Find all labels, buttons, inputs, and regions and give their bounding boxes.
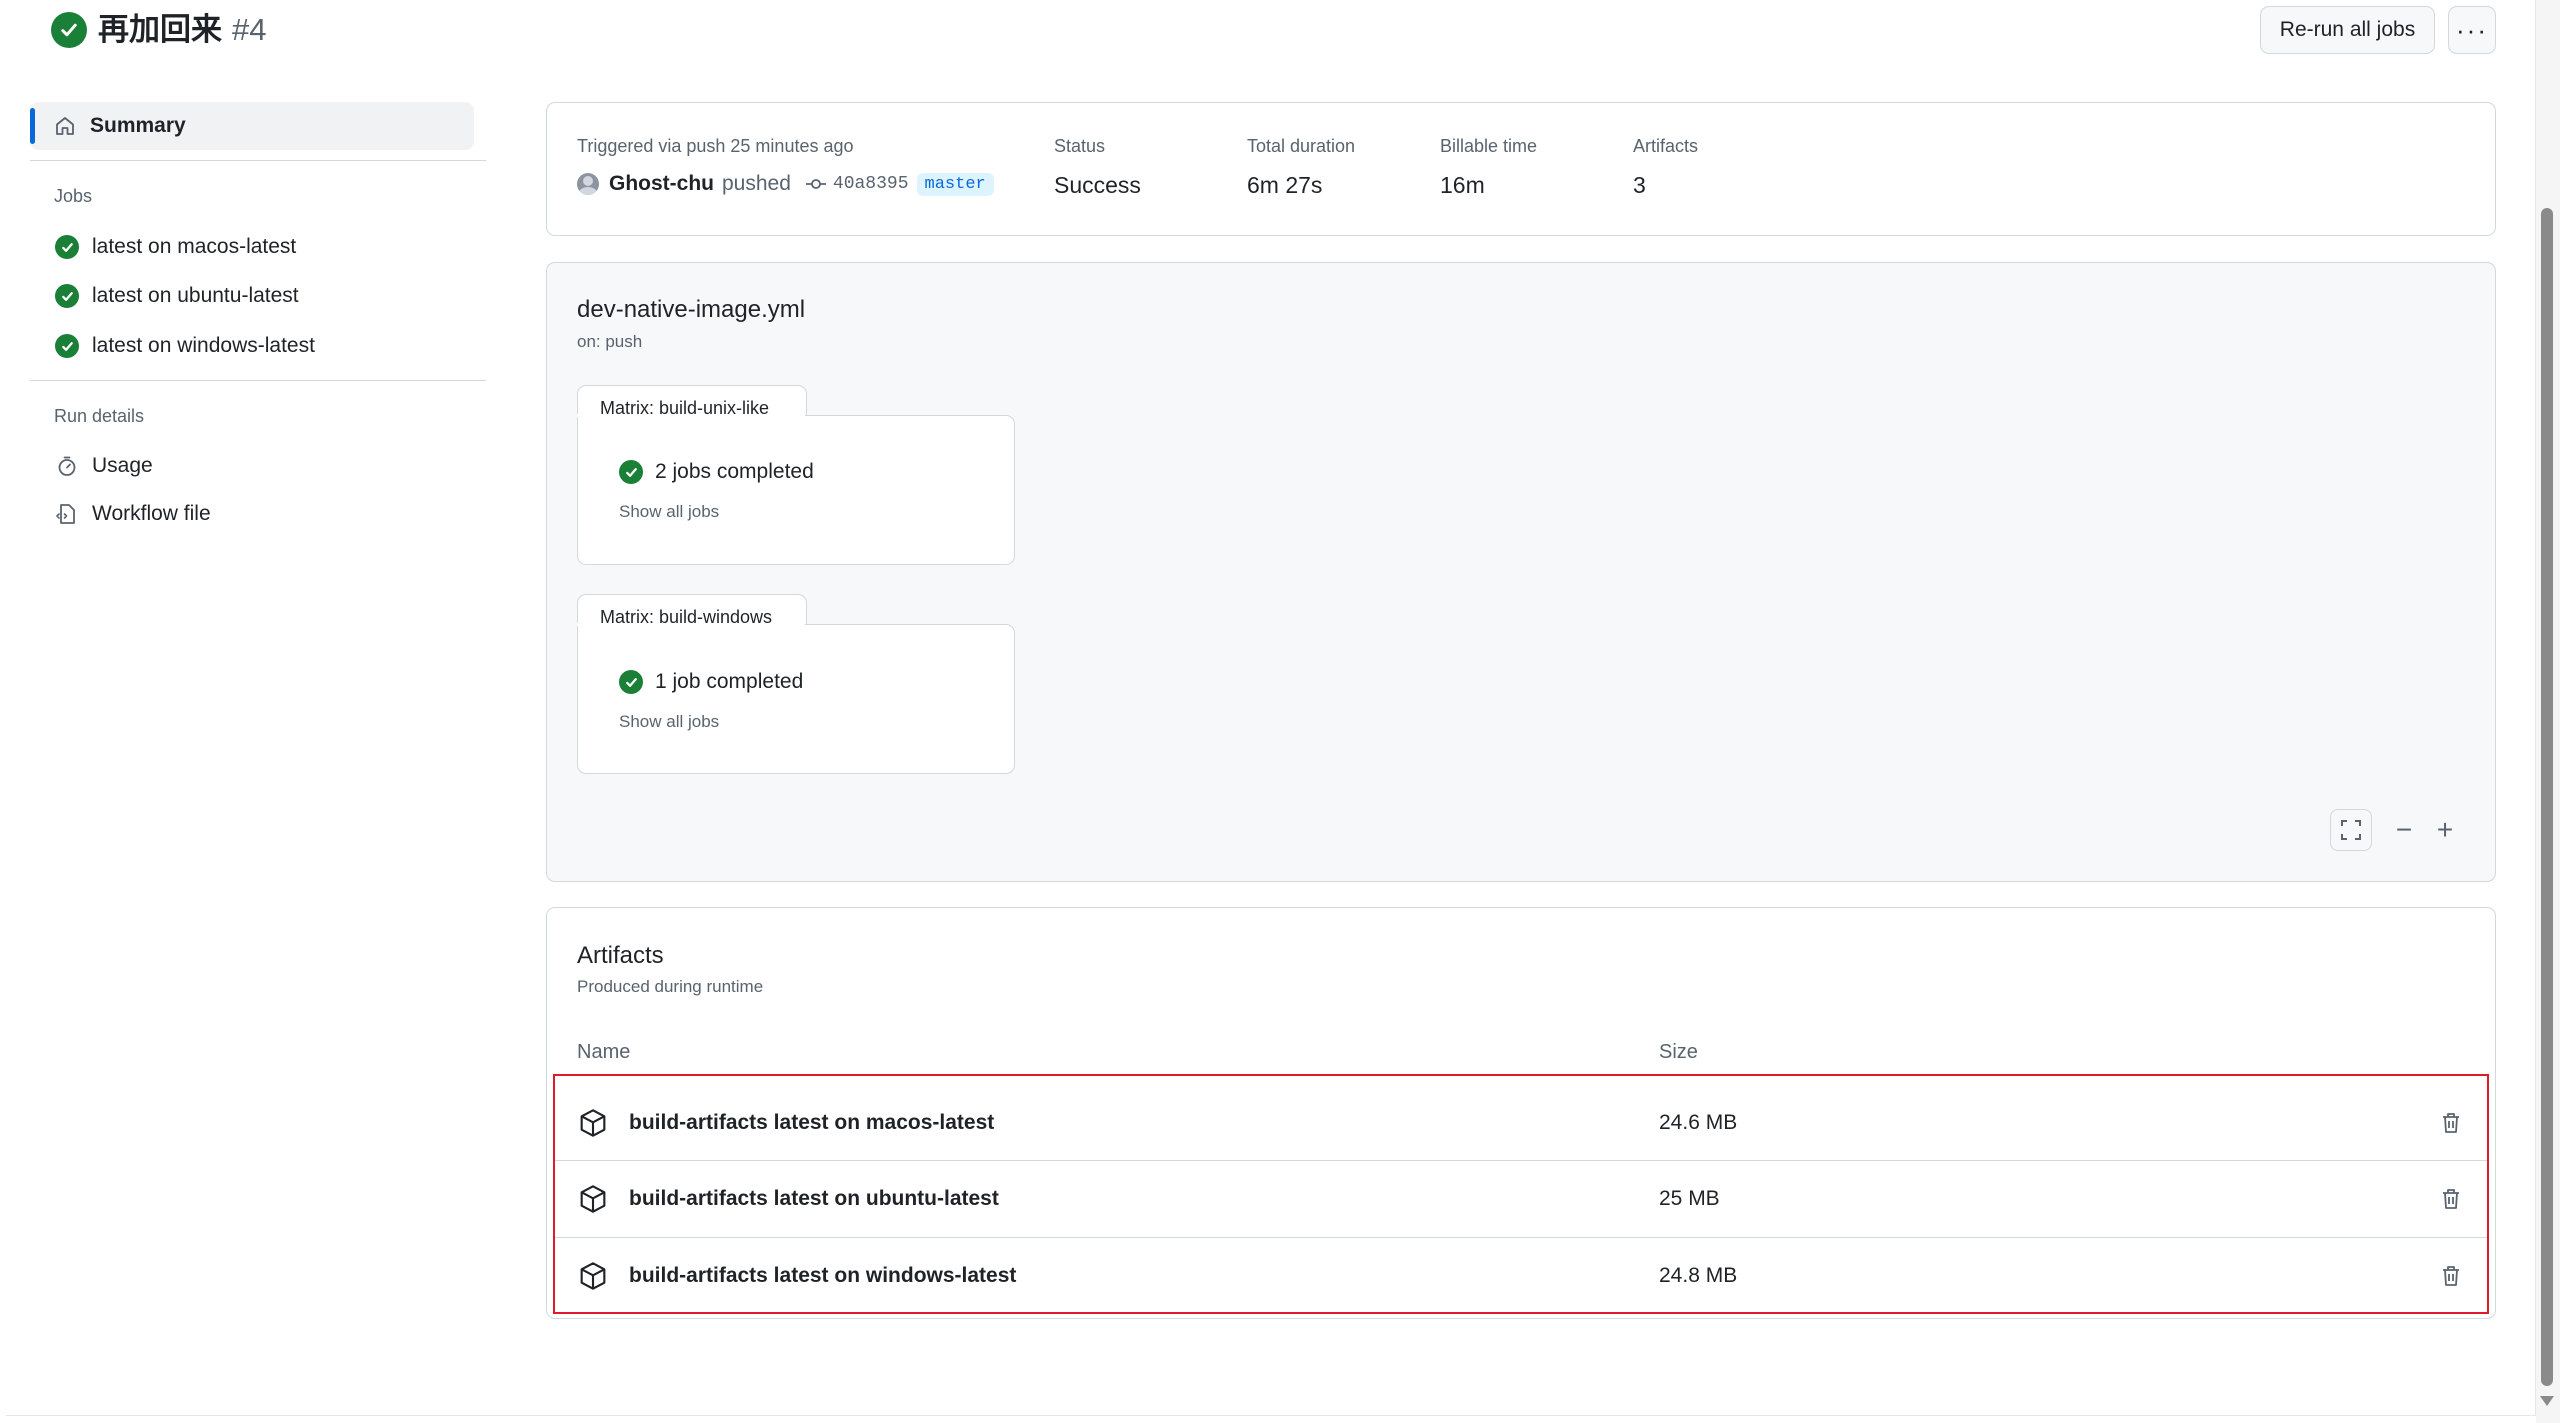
sidebar-item-summary[interactable]: Summary — [52, 110, 186, 142]
commit-sha-link[interactable]: 40a8395 — [833, 174, 909, 194]
sidebar-job-macos[interactable]: latest on macos-latest — [54, 231, 296, 263]
sidebar-item-usage[interactable]: Usage — [54, 450, 153, 482]
branch-badge[interactable]: master — [916, 172, 994, 196]
scroll-down-arrow-icon[interactable] — [2540, 1396, 2554, 1406]
workflow-file-name[interactable]: dev-native-image.yml — [577, 296, 805, 324]
sidebar-divider — [30, 380, 486, 381]
billable-label: Billable time — [1440, 136, 1538, 156]
show-all-jobs-link[interactable]: Show all jobs — [619, 502, 719, 522]
status-value: Success — [1054, 172, 1141, 198]
duration-value: 6m 27s — [1247, 172, 1323, 198]
run-details-heading: Run details — [54, 406, 145, 426]
fullscreen-button[interactable] — [2330, 809, 2372, 851]
artifacts-count-value[interactable]: 3 — [1633, 172, 1646, 199]
sidebar-item-label: Summary — [90, 114, 186, 137]
matrix-tab-join — [577, 623, 805, 626]
success-check-icon — [55, 334, 79, 358]
zoom-in-button[interactable]: + — [2424, 809, 2466, 851]
jobs-heading: Jobs — [54, 186, 93, 206]
actor-link[interactable]: Ghost-chu — [609, 172, 714, 196]
triggered-label: Triggered via push 25 minutes ago — [577, 136, 854, 156]
zoom-out-button[interactable]: − — [2383, 809, 2425, 851]
push-action: pushed — [722, 172, 791, 195]
sidebar-divider — [30, 160, 486, 161]
avatar[interactable] — [577, 173, 599, 195]
matrix-status-text: 1 job completed — [655, 670, 804, 693]
success-check-icon — [55, 284, 79, 308]
success-check-icon — [51, 12, 87, 48]
rerun-all-jobs-button[interactable]: Re-run all jobs — [2260, 6, 2435, 54]
matrix-status-unix[interactable]: 2 jobs completed — [619, 460, 814, 484]
fullscreen-icon — [2341, 820, 2361, 840]
run-summary-card — [546, 102, 2496, 236]
success-check-icon — [619, 670, 643, 694]
stopwatch-icon — [54, 453, 80, 479]
page-title: 再加回来 #4 — [98, 10, 266, 50]
sidebar-job-label: latest on macos-latest — [92, 235, 297, 258]
matrix-tab-join — [577, 414, 805, 417]
show-all-jobs-link[interactable]: Show all jobs — [619, 712, 719, 732]
scrollbar-thumb[interactable] — [2541, 208, 2553, 1386]
sidebar-job-ubuntu[interactable]: latest on ubuntu-latest — [54, 280, 299, 312]
matrix-box-unix[interactable] — [577, 415, 1015, 565]
run-number: #4 — [232, 12, 267, 47]
file-code-icon — [54, 501, 80, 527]
home-icon — [52, 113, 78, 139]
matrix-box-windows[interactable] — [577, 624, 1015, 774]
commit-icon — [805, 177, 827, 191]
artifacts-subtitle: Produced during runtime — [577, 977, 764, 996]
column-header-name: Name — [577, 1041, 631, 1063]
sidebar-item-workflow-file[interactable]: Workflow file — [54, 498, 211, 530]
duration-label: Total duration — [1247, 136, 1356, 156]
sidebar-active-indicator — [30, 108, 35, 144]
sidebar-job-windows[interactable]: latest on windows-latest — [54, 330, 315, 362]
push-info: Ghost-chu pushed 40a8395 master — [577, 172, 994, 196]
success-check-icon — [55, 235, 79, 259]
matrix-status-text: 2 jobs completed — [655, 460, 814, 483]
workflow-graph-card — [546, 262, 2496, 882]
more-options-button[interactable]: ··· — [2448, 6, 2496, 54]
highlight-box — [553, 1074, 2489, 1314]
artifacts-count-label: Artifacts — [1633, 136, 1699, 156]
artifacts-title: Artifacts — [577, 942, 664, 969]
success-check-icon — [619, 460, 643, 484]
sidebar-item-label: Usage — [92, 454, 153, 477]
run-title: 再加回来 — [98, 12, 222, 47]
sidebar-item-label: Workflow file — [92, 502, 211, 525]
billable-value[interactable]: 16m — [1440, 172, 1485, 199]
column-header-size: Size — [1659, 1041, 1698, 1063]
matrix-status-windows[interactable]: 1 job completed — [619, 670, 803, 694]
status-label: Status — [1054, 136, 1106, 156]
sidebar-job-label: latest on windows-latest — [92, 334, 315, 357]
workflow-trigger: on: push — [577, 332, 643, 351]
sidebar-job-label: latest on ubuntu-latest — [92, 284, 299, 307]
